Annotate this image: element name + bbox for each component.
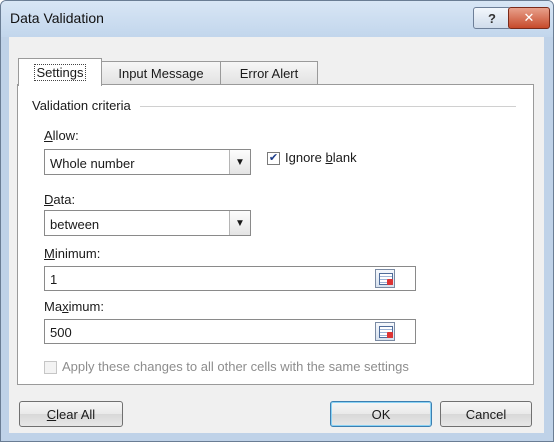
tab-error-alert-label: Error Alert bbox=[239, 65, 299, 81]
minimum-label: Minimum: bbox=[44, 246, 101, 261]
data-label: Data: bbox=[44, 192, 76, 207]
group-divider bbox=[140, 106, 516, 107]
minimum-input[interactable]: 1 bbox=[44, 266, 416, 291]
ok-button[interactable]: OK bbox=[330, 401, 432, 427]
minimum-range-picker-button[interactable] bbox=[375, 269, 395, 288]
help-button[interactable]: ? bbox=[473, 7, 511, 29]
maximum-label: Maximum: bbox=[44, 299, 104, 314]
tab-input-message-label: Input Message bbox=[118, 65, 204, 81]
minimum-value: 1 bbox=[50, 272, 58, 287]
title-bar: Data Validation ? ✕ bbox=[1, 1, 553, 37]
maximum-range-picker-button[interactable] bbox=[375, 322, 395, 341]
close-button[interactable]: ✕ bbox=[508, 7, 550, 29]
allow-dropdown[interactable]: Whole number ▼ bbox=[44, 149, 251, 175]
tab-settings-label: Settings bbox=[33, 64, 87, 81]
maximum-value: 500 bbox=[50, 325, 72, 340]
ignore-blank-checkbox[interactable]: ✔ bbox=[267, 152, 280, 165]
validation-criteria-heading: Validation criteria bbox=[32, 98, 135, 113]
apply-all-checkbox[interactable] bbox=[44, 361, 57, 374]
data-value: between bbox=[50, 217, 100, 232]
close-icon: ✕ bbox=[523, 10, 535, 25]
ignore-blank-label[interactable]: Ignore blank bbox=[285, 150, 357, 165]
dialog-title: Data Validation bbox=[10, 10, 104, 26]
apply-all-label: Apply these changes to all other cells w… bbox=[62, 359, 409, 374]
clear-all-button[interactable]: Clear All bbox=[19, 401, 123, 427]
tab-input-message[interactable]: Input Message bbox=[100, 61, 222, 84]
cancel-button[interactable]: Cancel bbox=[440, 401, 532, 427]
checkmark-icon: ✔ bbox=[268, 152, 279, 164]
maximum-input[interactable]: 500 bbox=[44, 319, 416, 344]
tab-error-alert[interactable]: Error Alert bbox=[220, 61, 318, 84]
settings-panel: Validation criteria Allow: Whole number … bbox=[17, 84, 534, 385]
allow-value: Whole number bbox=[50, 156, 135, 171]
help-icon: ? bbox=[488, 10, 496, 26]
tab-settings[interactable]: Settings bbox=[18, 58, 102, 86]
dialog-body: Settings Input Message Error Alert Valid… bbox=[9, 37, 544, 433]
chevron-down-icon[interactable]: ▼ bbox=[229, 211, 250, 235]
allow-label: Allow: bbox=[44, 128, 79, 143]
data-validation-dialog: Data Validation ? ✕ Settings Input Messa… bbox=[0, 0, 554, 442]
chevron-down-icon[interactable]: ▼ bbox=[229, 150, 250, 174]
data-dropdown[interactable]: between ▼ bbox=[44, 210, 251, 236]
